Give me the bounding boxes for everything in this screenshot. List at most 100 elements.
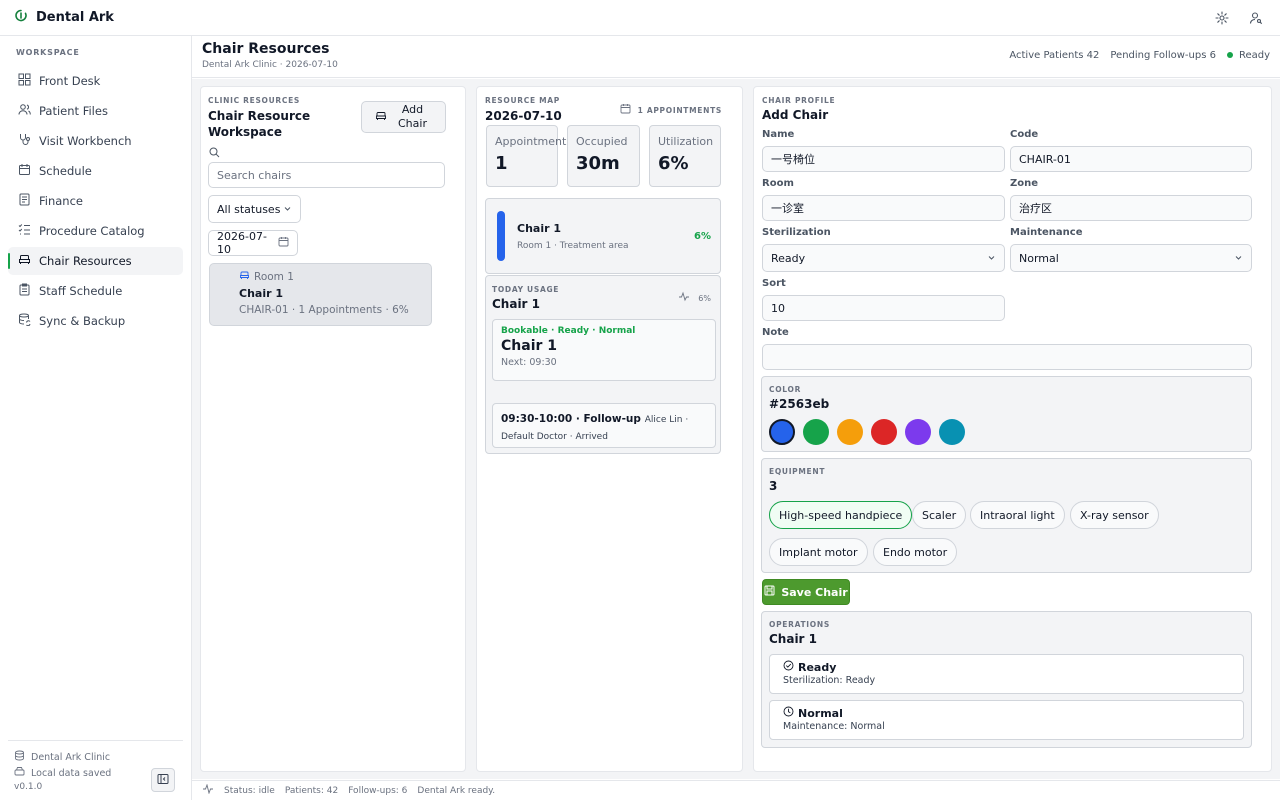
name-field[interactable]: 一号椅位 — [762, 146, 1005, 172]
operations-eyebrow: OPERATIONS — [769, 620, 830, 629]
content-area: CLINIC RESOURCES Chair Resource Workspac… — [192, 79, 1280, 779]
color-value: #2563eb — [769, 397, 830, 411]
stat-label: Appointments — [495, 135, 573, 148]
appointment-card[interactable]: 09:30-10:00 · Follow-up Alice Lin · Defa… — [492, 403, 716, 448]
equipment-chip[interactable]: High-speed handpiece — [769, 501, 913, 529]
sidebar: WORKSPACE Front Desk Patient Files Visit W… — [0, 36, 192, 800]
storage-status: Local data saved — [31, 767, 112, 779]
equipment-chip[interactable]: Endo motor — [873, 538, 958, 566]
sidebar-item-patient-files[interactable]: Patient Files — [8, 97, 183, 125]
activity-icon — [202, 783, 214, 797]
code-field[interactable]: CHAIR-01 — [1010, 146, 1252, 172]
users-icon — [18, 103, 31, 119]
gear-icon[interactable] — [1212, 8, 1232, 28]
calendar-icon — [278, 236, 289, 250]
panel-title: Chair Resource Workspace — [208, 109, 311, 139]
map-chair-card[interactable]: Chair 1 Room 1 · Treatment area 6% — [485, 198, 721, 274]
chair-status-card: Bookable · Ready · Normal Chair 1 Next: … — [492, 319, 716, 381]
map-chair-percent: 6% — [694, 231, 711, 242]
maintenance-select[interactable]: Normal — [1010, 244, 1252, 272]
sidebar-item-chair-resources[interactable]: Chair Resources — [8, 247, 183, 275]
save-icon — [764, 585, 775, 599]
search-input[interactable]: Search chairs — [208, 162, 445, 188]
sort-field[interactable]: 10 — [762, 295, 1005, 321]
equipment-chip[interactable]: Implant motor — [769, 538, 868, 566]
color-swatch[interactable] — [803, 419, 829, 445]
chair-icon — [375, 110, 387, 125]
appointments-badge: 1 APPOINTMENTS — [620, 103, 722, 117]
note-field[interactable] — [762, 344, 1252, 370]
equipment-chip[interactable]: Intraoral light — [970, 501, 1065, 529]
today-usage-card: TODAY USAGE Chair 1 6% Bookable · Ready … — [485, 275, 721, 454]
appointments-badge-label: 1 APPOINTMENTS — [637, 105, 722, 115]
user-key-icon[interactable] — [1246, 8, 1266, 28]
app-title: Dental Ark — [36, 10, 114, 25]
sidebar-item-schedule[interactable]: Schedule — [8, 157, 183, 185]
chevron-down-icon — [987, 252, 996, 265]
date-picker[interactable]: 2026-07-10 — [208, 230, 298, 256]
sidebar-item-front-desk[interactable]: Front Desk — [8, 67, 183, 95]
operations-card: OPERATIONS Chair 1 Ready Sterilization: … — [761, 611, 1252, 748]
status-text: Status: idle — [224, 785, 275, 796]
equipment-chip[interactable]: X-ray sensor — [1070, 501, 1159, 529]
chair-list-item[interactable]: Room 1 Chair 1 CHAIR-01 · 1 Appointments… — [209, 263, 432, 326]
clock-icon — [783, 706, 794, 720]
color-swatch[interactable] — [837, 419, 863, 445]
stat-occupied: Occupied 30m — [567, 125, 640, 187]
chair-next-time: Next: 09:30 — [501, 357, 557, 368]
status-filter-select[interactable]: All statuses — [208, 195, 301, 223]
map-chair-location: Room 1 · Treatment area — [517, 241, 629, 251]
usage-eyebrow: TODAY USAGE — [492, 285, 560, 294]
sidebar-item-label: Schedule — [39, 164, 92, 178]
color-swatch[interactable] — [769, 419, 795, 445]
clinic-resources-panel: CLINIC RESOURCES Chair Resource Workspac… — [200, 86, 466, 772]
top-bar: Dental Ark — [0, 0, 1280, 36]
map-chair-name: Chair 1 — [517, 222, 562, 235]
status-bar: Status: idle Patients: 42 Follow-ups: 6 … — [192, 780, 1280, 800]
chair-status-line: Bookable · Ready · Normal — [501, 326, 636, 336]
equipment-chip[interactable]: Scaler — [912, 501, 967, 529]
zone-label: Zone — [1010, 178, 1039, 189]
stat-value: 1 — [495, 153, 508, 174]
sidebar-item-visit-workbench[interactable]: Visit Workbench — [8, 127, 183, 155]
op-status-title: Normal — [798, 706, 843, 720]
usage-title: Chair 1 — [492, 297, 541, 311]
room-field[interactable]: 一诊室 — [762, 195, 1005, 221]
op-status-title: Ready — [798, 660, 837, 674]
clinic-name: Dental Ark Clinic — [31, 751, 111, 763]
chair-name: Chair 1 — [239, 287, 284, 300]
followups-count: Follow-ups: 6 — [348, 785, 408, 796]
database-icon — [14, 750, 25, 764]
add-chair-button[interactable]: Add Chair — [361, 101, 446, 133]
save-chair-label: Save Chair — [781, 585, 848, 599]
sidebar-item-label: Finance — [39, 194, 83, 208]
sidebar-item-procedure-catalog[interactable]: Procedure Catalog — [8, 217, 183, 245]
chevron-down-icon — [283, 203, 292, 216]
status-filter-value: All statuses — [217, 202, 281, 216]
check-circle-icon — [783, 660, 794, 674]
save-chair-button[interactable]: Save Chair — [762, 579, 850, 605]
panel-eyebrow: CHAIR PROFILE — [762, 96, 836, 105]
color-swatch[interactable] — [905, 419, 931, 445]
app-logo-icon — [14, 9, 28, 27]
code-label: Code — [1010, 129, 1039, 140]
collapse-sidebar-button[interactable] — [151, 768, 175, 792]
database-sync-icon — [18, 313, 31, 329]
color-swatch[interactable] — [871, 419, 897, 445]
sterilization-select[interactable]: Ready — [762, 244, 1005, 272]
ready-status: Ready — [1226, 50, 1270, 61]
sterilization-label: Sterilization — [762, 227, 831, 238]
sidebar-item-finance[interactable]: Finance — [8, 187, 183, 215]
equipment-card: EQUIPMENT 3 High-speed handpiece Scaler In… — [761, 458, 1252, 573]
chevron-down-icon — [1234, 252, 1243, 265]
sidebar-collapse-icon — [157, 773, 169, 788]
sidebar-item-sync-backup[interactable]: Sync & Backup — [8, 307, 183, 335]
resource-map-panel: RESOURCE MAP 2026-07-10 1 APPOINTMENTS A… — [476, 86, 743, 772]
color-swatch[interactable] — [939, 419, 965, 445]
zone-field[interactable]: 治疗区 — [1010, 195, 1252, 221]
search-icon — [209, 147, 220, 161]
app-brand: Dental Ark — [14, 9, 114, 27]
grid-icon — [18, 73, 31, 89]
sidebar-item-staff-schedule[interactable]: Staff Schedule — [8, 277, 183, 305]
maintenance-status-card: Normal Maintenance: Normal — [769, 700, 1244, 740]
